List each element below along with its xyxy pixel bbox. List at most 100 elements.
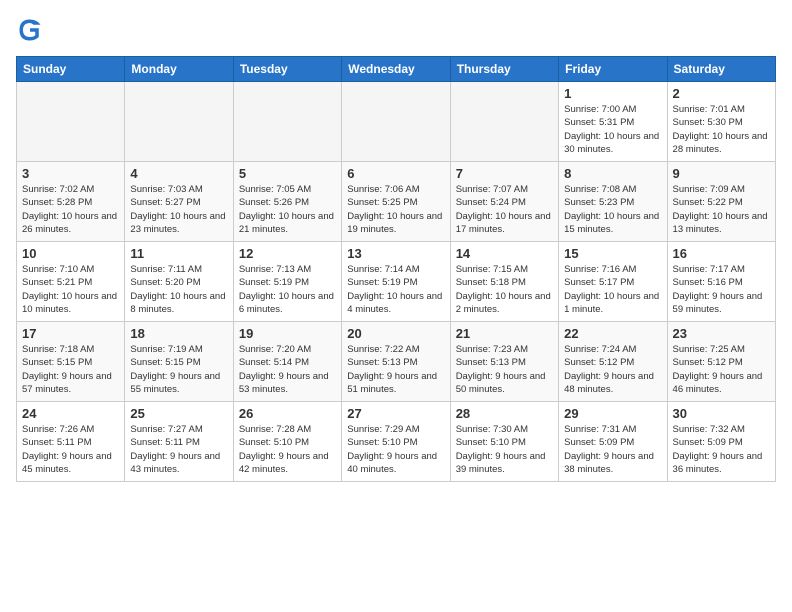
day-number: 26 — [239, 406, 336, 421]
calendar-week-row: 10Sunrise: 7:10 AMSunset: 5:21 PMDayligh… — [17, 242, 776, 322]
calendar-day-cell: 16 Sunrise: 7:17 AMSunset: 5:16 PMDayligh… — [667, 242, 775, 322]
calendar-day-cell: 14 Sunrise: 7:15 AMSunset: 5:18 PMDayligh… — [450, 242, 558, 322]
day-number: 24 — [22, 406, 119, 421]
calendar-day-cell: 7 Sunrise: 7:07 AMSunset: 5:24 PMDaylight… — [450, 162, 558, 242]
day-number: 2 — [673, 86, 770, 101]
day-number: 3 — [22, 166, 119, 181]
day-number: 1 — [564, 86, 661, 101]
calendar-day-cell: 19Sunrise: 7:20 AMSunset: 5:14 PMDayligh… — [233, 322, 341, 402]
day-number: 8 — [564, 166, 661, 181]
calendar-day-cell: 25Sunrise: 7:27 AMSunset: 5:11 PMDayligh… — [125, 402, 233, 482]
day-info: Sunrise: 7:00 AMSunset: 5:31 PMDaylight:… — [564, 103, 661, 156]
calendar-day-cell: 18 Sunrise: 7:19 AMSunset: 5:15 PMDayligh… — [125, 322, 233, 402]
weekday-header: Thursday — [450, 57, 558, 82]
day-info: Sunrise: 7:24 AMSunset: 5:12 PMDaylight:… — [564, 343, 661, 396]
calendar-day-cell: 15 Sunrise: 7:16 AMSunset: 5:17 PMDayligh… — [559, 242, 667, 322]
day-number: 12 — [239, 246, 336, 261]
day-info: Sunrise: 7:23 AMSunset: 5:13 PMDaylight:… — [456, 343, 553, 396]
calendar-day-cell: 9Sunrise: 7:09 AMSunset: 5:22 PMDaylight… — [667, 162, 775, 242]
day-number: 18 — [130, 326, 227, 341]
day-info: Sunrise: 7:13 AMSunset: 5:19 PMDaylight:… — [239, 263, 336, 316]
day-info: Sunrise: 7:20 AMSunset: 5:14 PMDaylight:… — [239, 343, 336, 396]
day-number: 27 — [347, 406, 444, 421]
day-number: 23 — [673, 326, 770, 341]
calendar-day-cell: 12 Sunrise: 7:13 AMSunset: 5:19 PMDayligh… — [233, 242, 341, 322]
day-number: 20 — [347, 326, 444, 341]
day-number: 16 — [673, 246, 770, 261]
calendar-header-row: SundayMondayTuesdayWednesdayThursdayFrid… — [17, 57, 776, 82]
calendar-day-cell — [233, 82, 341, 162]
calendar-day-cell: 11Sunrise: 7:11 AMSunset: 5:20 PMDayligh… — [125, 242, 233, 322]
day-number: 21 — [456, 326, 553, 341]
logo — [16, 16, 48, 44]
calendar-day-cell: 13 Sunrise: 7:14 AMSunset: 5:19 PMDayligh… — [342, 242, 450, 322]
calendar-day-cell: 4Sunrise: 7:03 AMSunset: 5:27 PMDaylight… — [125, 162, 233, 242]
page-header — [16, 16, 776, 44]
day-info: Sunrise: 7:02 AMSunset: 5:28 PMDaylight:… — [22, 183, 119, 236]
calendar-day-cell: 6 Sunrise: 7:06 AMSunset: 5:25 PMDaylight… — [342, 162, 450, 242]
weekday-header: Wednesday — [342, 57, 450, 82]
day-info: Sunrise: 7:17 AMSunset: 5:16 PMDaylight:… — [673, 263, 770, 316]
day-number: 17 — [22, 326, 119, 341]
calendar-day-cell — [125, 82, 233, 162]
day-info: Sunrise: 7:32 AMSunset: 5:09 PMDaylight:… — [673, 423, 770, 476]
calendar-day-cell: 5 Sunrise: 7:05 AMSunset: 5:26 PMDaylight… — [233, 162, 341, 242]
day-info: Sunrise: 7:19 AMSunset: 5:15 PMDaylight:… — [130, 343, 227, 396]
day-info: Sunrise: 7:01 AMSunset: 5:30 PMDaylight:… — [673, 103, 770, 156]
day-number: 10 — [22, 246, 119, 261]
day-number: 6 — [347, 166, 444, 181]
weekday-header: Monday — [125, 57, 233, 82]
calendar-day-cell: 23 Sunrise: 7:25 AMSunset: 5:12 PMDayligh… — [667, 322, 775, 402]
weekday-header: Saturday — [667, 57, 775, 82]
day-info: Sunrise: 7:29 AMSunset: 5:10 PMDaylight:… — [347, 423, 444, 476]
day-number: 29 — [564, 406, 661, 421]
day-number: 30 — [673, 406, 770, 421]
day-info: Sunrise: 7:25 AMSunset: 5:12 PMDaylight:… — [673, 343, 770, 396]
calendar-day-cell: 28 Sunrise: 7:30 AMSunset: 5:10 PMDayligh… — [450, 402, 558, 482]
day-info: Sunrise: 7:15 AMSunset: 5:18 PMDaylight:… — [456, 263, 553, 316]
day-info: Sunrise: 7:16 AMSunset: 5:17 PMDaylight:… — [564, 263, 661, 316]
calendar-day-cell: 22 Sunrise: 7:24 AMSunset: 5:12 PMDayligh… — [559, 322, 667, 402]
day-info: Sunrise: 7:11 AMSunset: 5:20 PMDaylight:… — [130, 263, 227, 316]
day-info: Sunrise: 7:27 AMSunset: 5:11 PMDaylight:… — [130, 423, 227, 476]
calendar-day-cell: 26 Sunrise: 7:28 AMSunset: 5:10 PMDayligh… — [233, 402, 341, 482]
calendar-day-cell: 24Sunrise: 7:26 AMSunset: 5:11 PMDayligh… — [17, 402, 125, 482]
day-number: 13 — [347, 246, 444, 261]
day-number: 7 — [456, 166, 553, 181]
day-info: Sunrise: 7:30 AMSunset: 5:10 PMDaylight:… — [456, 423, 553, 476]
day-info: Sunrise: 7:14 AMSunset: 5:19 PMDaylight:… — [347, 263, 444, 316]
calendar-day-cell: 20 Sunrise: 7:22 AMSunset: 5:13 PMDayligh… — [342, 322, 450, 402]
calendar-week-row: 17 Sunrise: 7:18 AMSunset: 5:15 PMDayligh… — [17, 322, 776, 402]
weekday-header: Tuesday — [233, 57, 341, 82]
day-info: Sunrise: 7:28 AMSunset: 5:10 PMDaylight:… — [239, 423, 336, 476]
calendar-week-row: 1 Sunrise: 7:00 AMSunset: 5:31 PMDaylight… — [17, 82, 776, 162]
day-number: 5 — [239, 166, 336, 181]
day-info: Sunrise: 7:08 AMSunset: 5:23 PMDaylight:… — [564, 183, 661, 236]
day-number: 22 — [564, 326, 661, 341]
calendar-table: SundayMondayTuesdayWednesdayThursdayFrid… — [16, 56, 776, 482]
calendar-day-cell — [450, 82, 558, 162]
calendar-day-cell: 21 Sunrise: 7:23 AMSunset: 5:13 PMDayligh… — [450, 322, 558, 402]
calendar-day-cell: 30 Sunrise: 7:32 AMSunset: 5:09 PMDayligh… — [667, 402, 775, 482]
day-info: Sunrise: 7:06 AMSunset: 5:25 PMDaylight:… — [347, 183, 444, 236]
day-number: 28 — [456, 406, 553, 421]
day-number: 4 — [130, 166, 227, 181]
day-number: 15 — [564, 246, 661, 261]
calendar-day-cell: 10Sunrise: 7:10 AMSunset: 5:21 PMDayligh… — [17, 242, 125, 322]
day-info: Sunrise: 7:22 AMSunset: 5:13 PMDaylight:… — [347, 343, 444, 396]
calendar-day-cell: 27 Sunrise: 7:29 AMSunset: 5:10 PMDayligh… — [342, 402, 450, 482]
calendar-day-cell — [17, 82, 125, 162]
calendar-day-cell: 1 Sunrise: 7:00 AMSunset: 5:31 PMDaylight… — [559, 82, 667, 162]
weekday-header: Sunday — [17, 57, 125, 82]
day-info: Sunrise: 7:05 AMSunset: 5:26 PMDaylight:… — [239, 183, 336, 236]
calendar-day-cell: 29Sunrise: 7:31 AMSunset: 5:09 PMDayligh… — [559, 402, 667, 482]
calendar-day-cell: 2 Sunrise: 7:01 AMSunset: 5:30 PMDaylight… — [667, 82, 775, 162]
weekday-header: Friday — [559, 57, 667, 82]
calendar-week-row: 24Sunrise: 7:26 AMSunset: 5:11 PMDayligh… — [17, 402, 776, 482]
day-info: Sunrise: 7:07 AMSunset: 5:24 PMDaylight:… — [456, 183, 553, 236]
day-info: Sunrise: 7:18 AMSunset: 5:15 PMDaylight:… — [22, 343, 119, 396]
day-number: 14 — [456, 246, 553, 261]
day-number: 9 — [673, 166, 770, 181]
logo-icon — [16, 16, 44, 44]
calendar-week-row: 3 Sunrise: 7:02 AMSunset: 5:28 PMDaylight… — [17, 162, 776, 242]
